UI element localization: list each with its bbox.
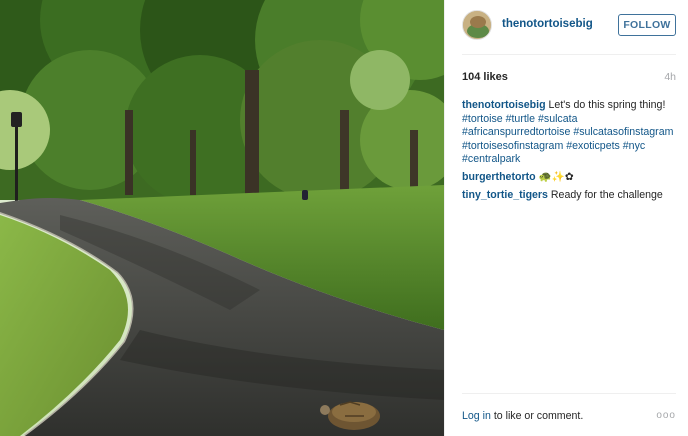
more-options-icon[interactable]: ooo bbox=[656, 410, 676, 421]
login-prompt: Log in to like or comment. bbox=[462, 410, 583, 422]
login-text: to like or comment. bbox=[490, 410, 584, 422]
hashtag-link[interactable]: #exoticpets bbox=[566, 140, 620, 152]
avatar[interactable] bbox=[462, 10, 492, 40]
comment-item: burgerthetorto 🐢✨✿ bbox=[462, 171, 678, 185]
post-time[interactable]: 4h bbox=[664, 71, 676, 83]
hashtag-link[interactable]: #nyc bbox=[623, 140, 645, 152]
avatar-image bbox=[463, 11, 491, 39]
divider bbox=[462, 54, 676, 55]
post-sidebar: thenotortoisebig FOLLOW 104 likes 4h the… bbox=[444, 0, 688, 436]
likes-count[interactable]: 104 likes bbox=[462, 71, 508, 83]
hashtag-link[interactable]: #tortoisesofinstagram bbox=[462, 140, 563, 152]
comment-username[interactable]: tiny_tortie_tigers bbox=[462, 189, 548, 201]
caption-username[interactable]: thenotortoisebig bbox=[462, 99, 546, 111]
divider bbox=[462, 393, 676, 394]
hashtag-link[interactable]: #turtle bbox=[506, 113, 535, 125]
post-photo[interactable] bbox=[0, 0, 444, 436]
park-path-photo bbox=[0, 0, 444, 436]
post-header: thenotortoisebig FOLLOW bbox=[462, 10, 676, 44]
hashtag-link[interactable]: #sulcata bbox=[538, 113, 577, 125]
instagram-post: thenotortoisebig FOLLOW 104 likes 4h the… bbox=[0, 0, 688, 436]
comment-text: 🐢✨✿ bbox=[538, 170, 574, 183]
comment-username[interactable]: burgerthetorto bbox=[462, 171, 536, 183]
hashtag-link[interactable]: #sulcatasofinstagram bbox=[573, 126, 673, 138]
comment-item: tiny_tortie_tigers Ready for the challen… bbox=[462, 189, 678, 203]
hashtag-link[interactable]: #tortoise bbox=[462, 113, 503, 125]
post-username[interactable]: thenotortoisebig bbox=[502, 18, 593, 30]
hashtag-link[interactable]: #centralpark bbox=[462, 153, 520, 165]
comments-list: thenotortoisebig Let's do this spring th… bbox=[462, 99, 678, 206]
hashtag-link[interactable]: #africanspurredtortoise bbox=[462, 126, 570, 138]
caption-text: Let's do this spring thing! bbox=[548, 99, 666, 111]
comment-text: Ready for the challenge bbox=[550, 188, 663, 201]
follow-button[interactable]: FOLLOW bbox=[618, 14, 676, 36]
caption: thenotortoisebig Let's do this spring th… bbox=[462, 99, 678, 167]
login-link[interactable]: Log in bbox=[462, 410, 491, 422]
